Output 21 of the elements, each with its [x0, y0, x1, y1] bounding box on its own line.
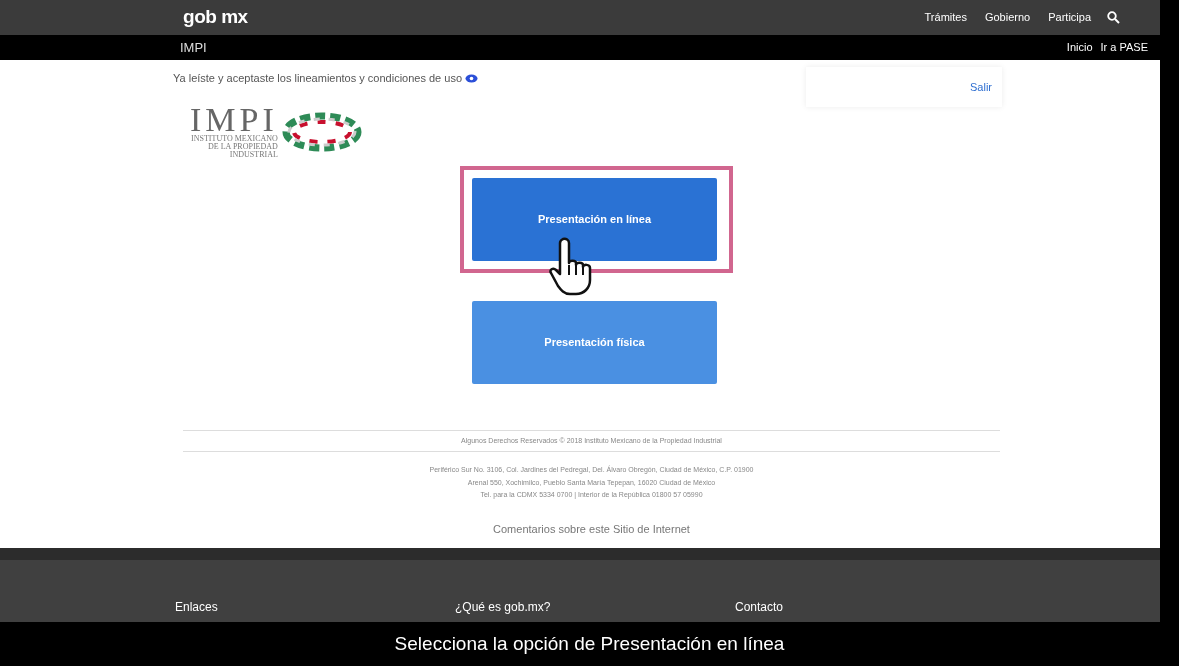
- option-button[interactable]: Presentación en línea: [472, 178, 717, 261]
- logo-subtitle: INSTITUTO MEXICANO: [191, 135, 278, 143]
- search-icon[interactable]: [1107, 11, 1120, 24]
- site-logo[interactable]: gob mx: [183, 3, 248, 32]
- nav-link[interactable]: Inicio: [1066, 39, 1093, 56]
- nav-link[interactable]: Trámites: [924, 9, 967, 26]
- logo-text: IMPI: [190, 105, 278, 135]
- video-caption: Selecciona la opción de Presentación en línea: [394, 631, 785, 656]
- feedback-link[interactable]: Comentarios sobre este Sitio de Internet: [493, 521, 690, 538]
- notice-text: Ya leíste y aceptaste los lineamientos y condiciones de uso: [173, 71, 463, 86]
- nav-link[interactable]: Gobierno: [984, 9, 1031, 26]
- footer-link[interactable]: Contacto: [735, 598, 1015, 616]
- eye-icon[interactable]: [465, 73, 479, 83]
- nav-link[interactable]: Participa: [1048, 9, 1091, 26]
- logo-subtitle: INDUSTRIAL: [229, 151, 278, 159]
- section-title: IMPI: [180, 38, 207, 57]
- footer-link[interactable]: ¿Qué es gob.mx?: [455, 598, 735, 616]
- logo-subtitle: DE LA PROPIEDAD: [208, 143, 278, 151]
- footer-link[interactable]: Enlaces: [175, 598, 455, 616]
- logout-link[interactable]: Salir: [970, 78, 992, 96]
- nav-link[interactable]: Ir a PASE: [1100, 39, 1148, 56]
